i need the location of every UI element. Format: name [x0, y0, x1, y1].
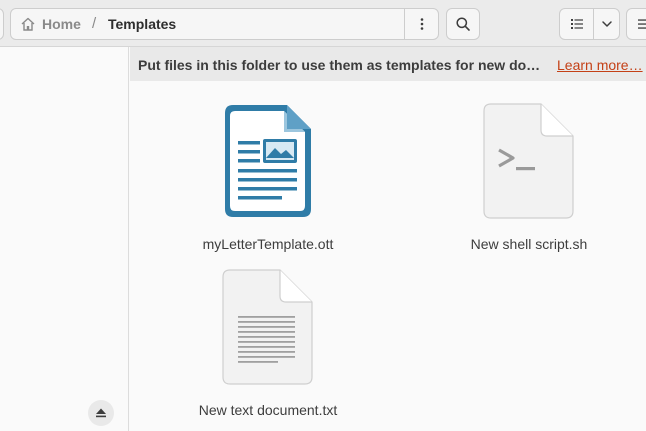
- path-bar: Home / Templates: [10, 8, 439, 40]
- breadcrumb-home[interactable]: Home: [20, 15, 81, 33]
- shell-script-icon: [483, 103, 574, 219]
- file-item-icon-wrap: [178, 91, 358, 217]
- file-item-text-document[interactable]: New text document.txt: [178, 257, 358, 422]
- breadcrumb-current[interactable]: Templates: [108, 15, 176, 33]
- learn-more-link[interactable]: Learn more…: [557, 57, 646, 73]
- file-item-shell-script[interactable]: New shell script.sh: [439, 91, 619, 256]
- view-options-dropdown[interactable]: [594, 9, 620, 39]
- sidebar: [0, 47, 129, 431]
- file-item-name: myLetterTemplate.ott: [202, 236, 334, 252]
- view-switcher: [559, 8, 620, 40]
- file-item-myLetterTemplate[interactable]: myLetterTemplate.ott: [178, 91, 358, 256]
- file-grid: myLetterTemplate.ott New shell script.sh: [130, 81, 646, 431]
- hamburger-icon: [638, 19, 646, 29]
- path-menu-button[interactable]: [405, 9, 438, 39]
- list-view-button[interactable]: [560, 9, 593, 39]
- vertical-dots-icon: [420, 18, 423, 30]
- search-button[interactable]: [446, 8, 480, 40]
- file-item-name: New text document.txt: [198, 402, 338, 418]
- home-icon: [21, 17, 35, 31]
- eject-icon: [96, 408, 106, 418]
- info-bar-message: Put files in this folder to use them as …: [138, 57, 543, 73]
- chevron-down-icon: [602, 21, 612, 27]
- file-item-icon-wrap: [439, 91, 619, 219]
- file-item-icon-wrap: [178, 257, 358, 385]
- text-document-icon: [222, 269, 313, 385]
- main-menu-button[interactable]: [626, 8, 646, 40]
- breadcrumb-separator: /: [92, 15, 97, 32]
- search-icon: [456, 17, 470, 31]
- breadcrumb-home-label: Home: [42, 16, 81, 32]
- file-item-name: New shell script.sh: [470, 236, 588, 252]
- list-view-icon: [570, 19, 583, 29]
- info-bar: Put files in this folder to use them as …: [130, 47, 646, 81]
- back-button[interactable]: [0, 8, 4, 40]
- header-bar: Home / Templates: [0, 0, 646, 47]
- file-manager-window: Home / Templates Put files in this folde…: [0, 0, 646, 431]
- office-template-icon: [225, 105, 311, 217]
- eject-button[interactable]: [88, 400, 114, 426]
